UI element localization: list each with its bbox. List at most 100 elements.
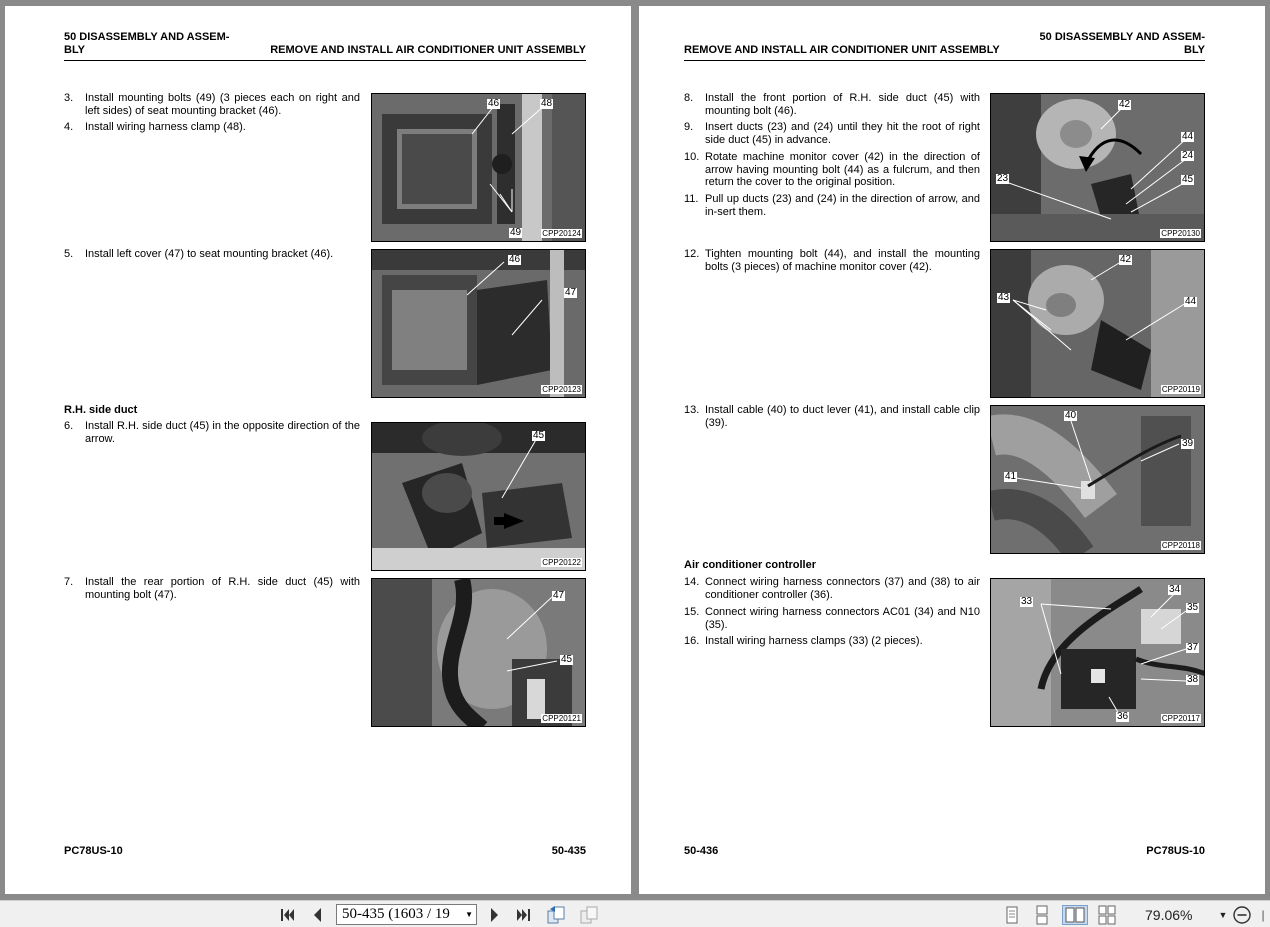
page-number-value: 50-435 (1603 / 19 (342, 906, 450, 922)
figure-code: CPP20123 (541, 385, 582, 394)
callout-23: 23 (996, 173, 1010, 184)
header-rule (684, 60, 1205, 61)
figure-rear-duct: 47 45 CPP20121 (371, 578, 586, 727)
callout-34: 34 (1168, 584, 1182, 595)
figure-code: CPP20122 (541, 558, 582, 567)
step-15: 15. Connect wiring harness connectors AC… (684, 606, 980, 631)
step-text: Install left cover (47) to seat mounting… (85, 248, 334, 260)
step-number: 16. (684, 635, 700, 647)
step-14: 14. Connect wiring harness connectors (3… (684, 576, 980, 601)
callout-42: 42 (1118, 99, 1132, 110)
step-number: 12. (684, 248, 700, 260)
step-number: 5. (64, 248, 74, 260)
continuous-facing-icon[interactable] (1097, 905, 1117, 925)
header-title: REMOVE AND INSTALL AIR CONDITIONER UNIT … (270, 44, 586, 56)
figure-rh-side-duct: 45 CPP20122 (371, 422, 586, 571)
step-number: 6. (64, 420, 74, 432)
zoom-dropdown-icon[interactable]: ▼ (1217, 905, 1229, 925)
figure-code: CPP20117 (1160, 714, 1201, 723)
header-rule (64, 60, 586, 61)
callout-38: 38 (1186, 674, 1200, 685)
callout-45: 45 (1181, 174, 1195, 185)
callout-33: 33 (1020, 596, 1034, 607)
step-text: Install wiring harness clamps (33) (2 pi… (705, 635, 923, 647)
zoom-level[interactable]: 79.06% (1145, 905, 1192, 925)
step-4: 4. Install wiring harness clamp (48). (64, 121, 360, 134)
callout-48: 48 (540, 98, 554, 109)
footer-page-number: 50-436 (684, 845, 719, 857)
callout-39: 39 (1181, 438, 1195, 449)
header-section: 50 DISASSEMBLY AND ASSEM- BLY (64, 31, 230, 56)
continuous-icon[interactable] (1032, 905, 1052, 925)
previous-view-icon[interactable] (546, 905, 566, 925)
step-number: 14. (684, 576, 700, 588)
chevron-down-icon[interactable]: ▼ (465, 905, 473, 924)
step-7: 7. Install the rear portion of R.H. side… (64, 576, 360, 601)
document-viewport[interactable]: 50 DISASSEMBLY AND ASSEM- BLY REMOVE AND… (0, 0, 1270, 900)
figure-code: CPP20119 (1160, 385, 1201, 394)
step-text: Connect wiring harness connectors AC01 (… (705, 606, 980, 631)
step-text: Install the rear portion of R.H. side du… (85, 576, 360, 601)
step-number: 10. (684, 151, 700, 163)
first-page-icon[interactable] (278, 905, 298, 925)
facing-icon[interactable] (1062, 905, 1088, 925)
step-number: 9. (684, 121, 694, 133)
step-number: 7. (64, 576, 74, 588)
step-text: Pull up ducts (23) and (24) in the direc… (705, 193, 980, 218)
navigation-toolbar: 50-435 (1603 / 19 ▼ 79.06% ▼ | (0, 900, 1270, 927)
next-view-icon[interactable] (579, 905, 599, 925)
step-text: Install cable (40) to duct lever (41), a… (705, 404, 980, 429)
page-50-435: 50 DISASSEMBLY AND ASSEM- BLY REMOVE AND… (5, 6, 631, 894)
step-text: Install R.H. side duct (45) in the oppos… (85, 420, 360, 445)
figure-cable-duct-lever: 40 39 41 CPP20118 (990, 405, 1205, 554)
single-page-icon[interactable] (1002, 905, 1022, 925)
callout-44: 44 (1181, 131, 1195, 142)
step-11: 11. Pull up ducts (23) and (24) in the d… (684, 193, 980, 218)
step-number: 13. (684, 404, 700, 416)
step-12: 12. Tighten mounting bolt (44), and inst… (684, 248, 980, 273)
figure-code: CPP20124 (541, 229, 582, 238)
figure-code: CPP20130 (1160, 229, 1201, 238)
step-3: 3. Install mounting bolts (49) (3 pieces… (64, 92, 360, 117)
callout-46: 46 (508, 254, 522, 265)
step-8: 8. Install the front portion of R.H. sid… (684, 92, 980, 117)
callout-43: 43 (997, 292, 1011, 303)
page-number-input[interactable]: 50-435 (1603 / 19 ▼ (336, 904, 477, 925)
figure-mounting-bolt-44: 42 43 44 CPP20119 (990, 249, 1205, 398)
last-page-icon[interactable] (513, 905, 533, 925)
zoom-out-icon[interactable] (1232, 905, 1252, 925)
prev-page-icon[interactable] (308, 905, 328, 925)
step-number: 11. (684, 193, 699, 205)
callout-45: 45 (532, 430, 546, 441)
step-text: Install mounting bolts (49) (3 pieces ea… (85, 92, 360, 117)
header-section: 50 DISASSEMBLY AND ASSEM- BLY (1039, 31, 1205, 56)
figure-code: CPP20118 (1160, 541, 1201, 550)
footer-model: PC78US-10 (1146, 845, 1205, 857)
step-13: 13. Install cable (40) to duct lever (41… (684, 404, 980, 429)
section-heading-rh-duct: R.H. side duct (64, 404, 138, 416)
step-text: Connect wiring harness connectors (37) a… (705, 576, 980, 601)
next-page-icon[interactable] (484, 905, 504, 925)
callout-41: 41 (1004, 471, 1018, 482)
callout-49: 49 (509, 227, 523, 238)
step-16: 16. Install wiring harness clamps (33) (… (684, 635, 980, 648)
step-number: 4. (64, 121, 74, 133)
step-text: Insert ducts (23) and (24) until they hi… (705, 121, 980, 146)
figure-seat-bracket-bolts: 46 48 49 CPP20124 (371, 93, 586, 242)
step-number: 3. (64, 92, 74, 104)
callout-36: 36 (1116, 711, 1130, 722)
section-heading-ac-controller: Air conditioner controller (684, 559, 817, 571)
figure-code: CPP20121 (541, 714, 582, 723)
toolbar-separator-icon: | (1261, 908, 1265, 922)
step-10: 10. Rotate machine monitor cover (42) in… (684, 151, 980, 189)
step-text: Install the front portion of R.H. side d… (705, 92, 980, 117)
callout-35: 35 (1186, 602, 1200, 613)
figure-left-cover: 46 47 CPP20123 (371, 249, 586, 398)
step-5: 5. Install left cover (47) to seat mount… (64, 248, 360, 261)
figure-ac-controller: 34 33 35 37 38 36 CPP20117 (990, 578, 1205, 727)
step-9: 9. Insert ducts (23) and (24) until they… (684, 121, 980, 146)
step-text: Tighten mounting bolt (44), and install … (705, 248, 980, 273)
header-title: REMOVE AND INSTALL AIR CONDITIONER UNIT … (684, 44, 1000, 56)
page-50-436: 50 DISASSEMBLY AND ASSEM- BLY REMOVE AND… (639, 6, 1265, 894)
callout-47: 47 (552, 590, 566, 601)
